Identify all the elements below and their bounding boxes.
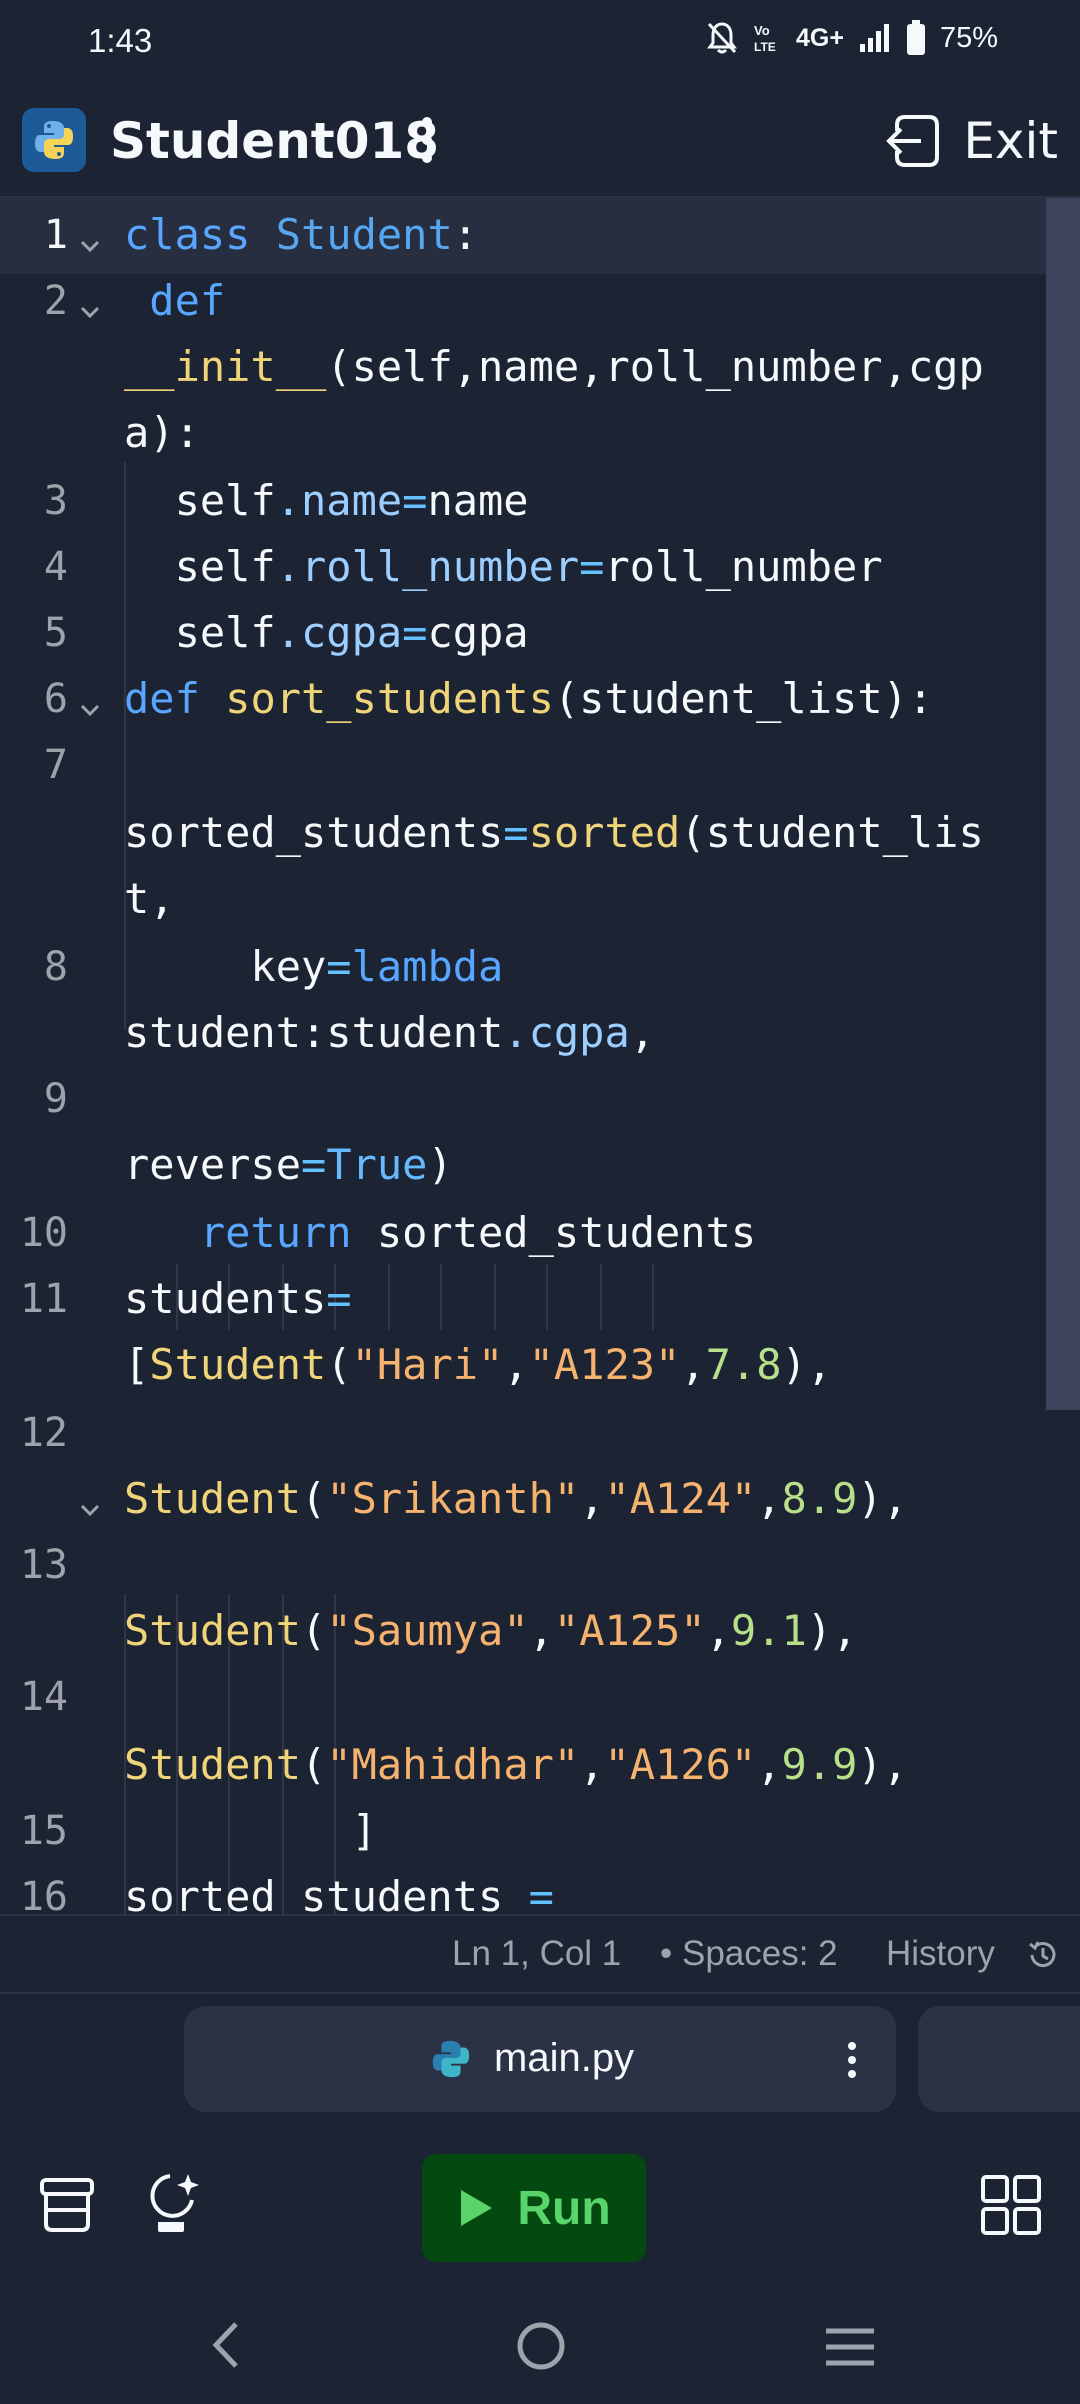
run-label: Run xyxy=(517,2181,611,2235)
code-line[interactable]: sorted_students = xyxy=(124,1864,554,1914)
file-tab-label: main.py xyxy=(494,2036,635,2080)
recents-icon[interactable] xyxy=(824,2326,876,2368)
line-number: 5 xyxy=(43,610,68,656)
line-number: 4 xyxy=(43,544,68,590)
repl-title[interactable]: Student018 xyxy=(110,112,439,170)
python-file-icon xyxy=(432,2040,470,2078)
indent-guide xyxy=(546,1264,548,1330)
battery-level: 75% xyxy=(939,21,998,54)
fold-chevron-icon[interactable] xyxy=(78,234,102,258)
code-line[interactable]: Student("Srikanth","A124",8.9), xyxy=(124,1466,908,1532)
code-line[interactable]: def sort_students(student_list): xyxy=(124,666,933,732)
cursor-position[interactable]: Ln 1, Col 1 xyxy=(452,1934,621,1974)
code-line[interactable]: key=lambda xyxy=(124,934,503,1000)
fold-chevron-icon[interactable] xyxy=(78,698,102,722)
code-line[interactable]: a): xyxy=(124,400,200,466)
line-number: 11 xyxy=(19,1276,68,1322)
mute-icon xyxy=(707,22,737,54)
editor-status-bar: Ln 1, Col 1 • Spaces: 2 History xyxy=(0,1914,1080,1994)
line-number: 12 xyxy=(19,1410,68,1456)
history-icon[interactable] xyxy=(1026,1938,1060,1972)
code-line[interactable]: sorted_students=sorted(student_lis xyxy=(124,800,984,866)
editor-scrollbar-thumb[interactable] xyxy=(1046,198,1080,1410)
signal-icon xyxy=(859,24,889,52)
back-icon[interactable] xyxy=(210,2320,240,2370)
code-line[interactable]: ] xyxy=(124,1798,377,1864)
code-line[interactable]: student:student.cgpa, xyxy=(124,1000,655,1066)
code-line[interactable]: Student("Saumya","A125",9.1), xyxy=(124,1598,857,1664)
indent-guide xyxy=(388,1264,390,1330)
code-line[interactable]: self.name=name xyxy=(124,468,529,534)
line-number: 3 xyxy=(43,478,68,524)
history-button[interactable]: History xyxy=(886,1934,995,1974)
more-vertical-icon[interactable] xyxy=(412,114,442,166)
network-type: 4G+ xyxy=(796,23,844,52)
bottom-toolbar: Run xyxy=(0,2130,1080,2282)
indent-guide xyxy=(600,1264,602,1330)
database-icon[interactable] xyxy=(38,2176,96,2234)
code-line[interactable]: t, xyxy=(124,866,175,932)
play-icon xyxy=(461,2190,493,2226)
code-line[interactable]: self.roll_number=roll_number xyxy=(124,534,883,600)
line-number: 13 xyxy=(19,1542,68,1588)
code-line[interactable]: def xyxy=(124,268,225,334)
line-number: 10 xyxy=(19,1210,68,1256)
status-divider xyxy=(0,1992,1080,1994)
indent-setting[interactable]: • Spaces: 2 xyxy=(660,1934,838,1974)
file-tab-main[interactable]: main.py xyxy=(184,2006,896,2112)
code-line[interactable]: reverse=True) xyxy=(124,1132,453,1198)
fold-chevron-icon[interactable] xyxy=(78,1498,102,1522)
indent-guide xyxy=(440,1264,442,1330)
more-vertical-icon[interactable] xyxy=(844,2040,860,2080)
exit-label: Exit xyxy=(963,112,1058,170)
status-time: 1:43 xyxy=(88,22,153,59)
python-logo-icon[interactable] xyxy=(22,108,86,172)
battery-icon xyxy=(906,20,925,55)
status-icons: Vo LTE 4G+ 75% xyxy=(706,20,998,56)
line-number: 9 xyxy=(43,1076,68,1122)
line-number: 7 xyxy=(43,742,68,788)
status-bar: 1:43 Vo LTE 4G+ 75% xyxy=(0,0,1080,92)
code-line[interactable]: __init__(self,name,roll_number,cgp xyxy=(124,334,984,400)
line-number: 1 xyxy=(43,212,68,258)
exit-icon xyxy=(886,115,940,167)
ai-assistant-icon[interactable] xyxy=(148,2170,202,2236)
line-number: 15 xyxy=(19,1808,68,1854)
fold-chevron-icon[interactable] xyxy=(78,300,102,324)
volte-icon: Vo LTE xyxy=(754,23,776,54)
code-line[interactable]: return sorted_students xyxy=(124,1200,756,1266)
code-line[interactable]: self.cgpa=cgpa xyxy=(124,600,529,666)
grid-icon[interactable] xyxy=(980,2174,1042,2236)
line-number: 6 xyxy=(43,676,68,722)
file-tab-partial[interactable] xyxy=(918,2006,1080,2112)
code-line[interactable]: class Student: xyxy=(124,202,478,268)
line-number: 8 xyxy=(43,944,68,990)
code-editor[interactable]: 1 2 3 4 5 6 7 8 9 10 11 12 13 14 15 16 c… xyxy=(0,198,1080,1914)
code-line[interactable]: students= xyxy=(124,1266,352,1332)
exit-button[interactable]: Exit xyxy=(885,108,1058,174)
system-nav-bar xyxy=(0,2290,1080,2404)
code-line[interactable]: Student("Mahidhar","A126",9.9), xyxy=(124,1732,908,1798)
app-header: Student018 Exit xyxy=(0,100,1080,194)
run-button[interactable]: Run xyxy=(422,2154,646,2262)
line-number: 14 xyxy=(19,1674,68,1720)
line-number: 16 xyxy=(19,1874,68,1914)
line-number: 2 xyxy=(43,278,68,324)
indent-guide xyxy=(494,1264,496,1330)
svg-text:LTE: LTE xyxy=(754,40,776,54)
home-icon[interactable] xyxy=(515,2320,567,2372)
indent-guide xyxy=(652,1264,654,1330)
svg-text:Vo: Vo xyxy=(754,23,770,38)
code-line[interactable]: [Student("Hari","A123",7.8), xyxy=(124,1332,832,1398)
